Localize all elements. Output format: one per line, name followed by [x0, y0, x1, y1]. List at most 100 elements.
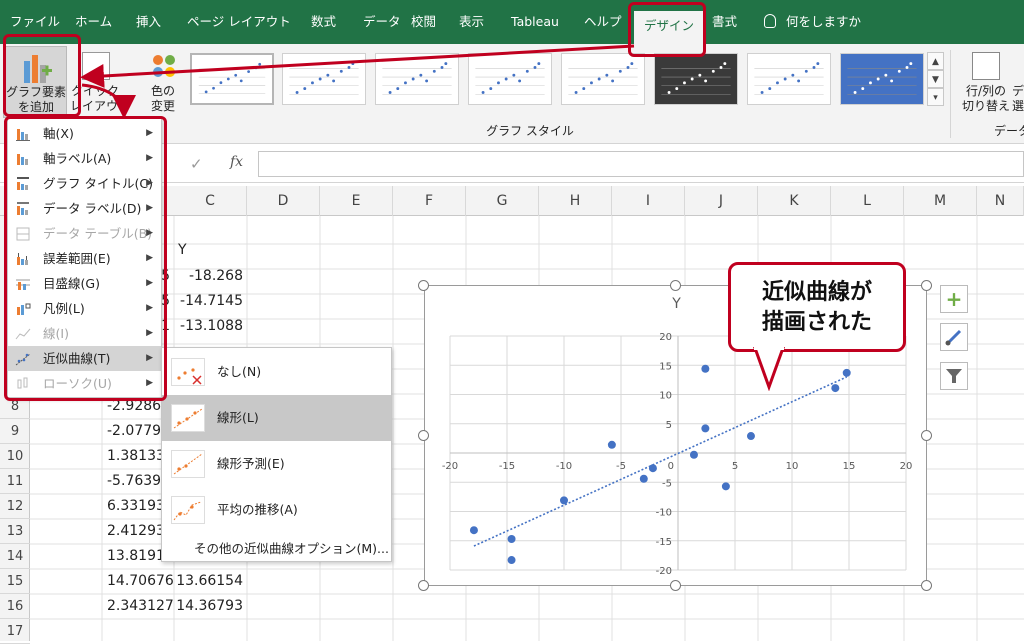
change-colors-button[interactable]: 色の 変更: [138, 46, 188, 118]
tab-review[interactable]: 校閲: [411, 10, 436, 34]
data-point[interactable]: [639, 474, 648, 483]
cell-c-value[interactable]: -18.268: [174, 264, 247, 289]
select-data-button[interactable]: デ 選: [1012, 46, 1024, 118]
chart-style-4[interactable]: [468, 53, 552, 105]
linear-forecast-icon: [171, 450, 205, 478]
column-header[interactable]: L: [831, 186, 904, 216]
tab-formulas[interactable]: 数式: [311, 10, 336, 34]
resize-handle[interactable]: [921, 280, 932, 291]
data-point[interactable]: [701, 424, 710, 433]
row-header[interactable]: 13: [0, 519, 30, 544]
data-point[interactable]: [607, 440, 616, 449]
design-tab-highlight-box: [628, 2, 706, 57]
cell-b-value[interactable]: -2.0779: [103, 419, 161, 444]
trendline-moving-average-option[interactable]: 平均の推移(A): [162, 487, 391, 533]
more-trendline-options[interactable]: その他の近似曲線オプション(M)...: [194, 536, 389, 561]
gallery-up-button[interactable]: ▲: [927, 52, 944, 70]
column-header[interactable]: I: [612, 186, 685, 216]
gallery-down-button[interactable]: ▼: [927, 70, 944, 88]
row-header[interactable]: 11: [0, 469, 30, 494]
column-header[interactable]: N: [977, 186, 1024, 216]
chart-style-5[interactable]: [561, 53, 645, 105]
formula-input[interactable]: [258, 151, 1024, 177]
row-header[interactable]: 14: [0, 544, 30, 569]
resize-handle[interactable]: [921, 430, 932, 441]
tab-tableau[interactable]: Tableau: [511, 10, 559, 34]
cell-b-value[interactable]: 13.8191: [103, 544, 161, 569]
tab-page-layout[interactable]: ページ レイアウト: [187, 10, 291, 34]
cell-c-value[interactable]: 14.36793: [174, 594, 247, 619]
column-header[interactable]: M: [904, 186, 977, 216]
enter-check-icon[interactable]: ✓: [190, 155, 203, 173]
chart-style-7[interactable]: [747, 53, 831, 105]
tab-help[interactable]: ヘルプ: [584, 10, 622, 34]
data-point[interactable]: [560, 496, 568, 505]
tab-home[interactable]: ホーム: [75, 10, 112, 34]
cell-b-value[interactable]: -5.7639: [103, 469, 161, 494]
resize-handle[interactable]: [418, 580, 429, 591]
data-point[interactable]: [701, 364, 710, 373]
data-point[interactable]: [721, 482, 730, 491]
chart-style-2[interactable]: [282, 53, 366, 105]
brush-icon: [945, 329, 962, 346]
data-point[interactable]: [507, 534, 516, 543]
filter-icon: [946, 369, 962, 383]
tab-view[interactable]: 表示: [459, 10, 484, 34]
column-header[interactable]: F: [393, 186, 466, 216]
x-tick-label: -10: [556, 461, 572, 472]
chart-style-6[interactable]: [654, 53, 738, 105]
chart-elements-plus-button[interactable]: +: [940, 285, 968, 313]
resize-handle[interactable]: [418, 280, 429, 291]
column-header[interactable]: C: [174, 186, 247, 216]
cell-b-value[interactable]: 2.41293: [103, 519, 161, 544]
chart-style-1[interactable]: [190, 53, 274, 105]
tab-format[interactable]: 書式: [712, 10, 737, 34]
trendline-none-option[interactable]: なし(N): [162, 349, 391, 395]
trendline-linear-option[interactable]: 線形(L): [162, 395, 391, 441]
column-header[interactable]: E: [320, 186, 393, 216]
data-point[interactable]: [469, 526, 478, 535]
cell-b-value[interactable]: 2.343127: [103, 594, 174, 619]
chart-styles-brush-button[interactable]: [940, 323, 968, 351]
gallery-more-button[interactable]: ▾: [927, 88, 944, 106]
column-header[interactable]: D: [247, 186, 320, 216]
insert-function-button[interactable]: fx: [230, 154, 243, 170]
tab-insert[interactable]: 挿入: [136, 10, 161, 34]
column-header[interactable]: G: [466, 186, 539, 216]
column-header[interactable]: K: [758, 186, 831, 216]
chart-style-3[interactable]: [375, 53, 459, 105]
trendline-linear-forecast-option[interactable]: 線形予測(E): [162, 441, 391, 487]
data-point[interactable]: [507, 556, 516, 565]
tell-me-box[interactable]: 何をしますか: [764, 10, 861, 34]
cell-c-value[interactable]: 13.66154: [174, 569, 247, 594]
column-header[interactable]: J: [685, 186, 758, 216]
resize-handle[interactable]: [670, 280, 681, 291]
chart-style-8[interactable]: [840, 53, 924, 105]
cell-b-value[interactable]: 14.70676: [103, 569, 174, 594]
cell-c-header[interactable]: Y: [174, 238, 191, 263]
data-point[interactable]: [689, 450, 698, 459]
data-point[interactable]: [648, 464, 657, 473]
row-header[interactable]: 12: [0, 494, 30, 519]
cell-c-value[interactable]: -13.1088: [174, 314, 247, 339]
resize-handle[interactable]: [670, 580, 681, 591]
row-header[interactable]: 15: [0, 569, 30, 594]
resize-handle[interactable]: [418, 430, 429, 441]
chart-filters-button[interactable]: [940, 362, 968, 390]
row-header[interactable]: 16: [0, 594, 30, 619]
column-header[interactable]: H: [539, 186, 612, 216]
row-header[interactable]: 10: [0, 444, 30, 469]
row-header[interactable]: 9: [0, 419, 30, 444]
resize-handle[interactable]: [921, 580, 932, 591]
data-point[interactable]: [842, 368, 851, 377]
switch-row-column-label: 行/列の 切り替え: [962, 84, 1011, 113]
cell-c-value[interactable]: -14.7145: [174, 289, 247, 314]
cell-b-value[interactable]: 6.33193: [103, 494, 161, 519]
cell-b-value[interactable]: 1.38133: [103, 444, 161, 469]
data-point[interactable]: [831, 384, 840, 393]
data-point[interactable]: [746, 432, 755, 441]
tab-data[interactable]: データ: [363, 10, 401, 34]
row-header[interactable]: 17: [0, 619, 30, 644]
tab-file[interactable]: ファイル: [10, 10, 60, 34]
switch-row-column-button[interactable]: 行/列の 切り替え: [962, 46, 1010, 118]
